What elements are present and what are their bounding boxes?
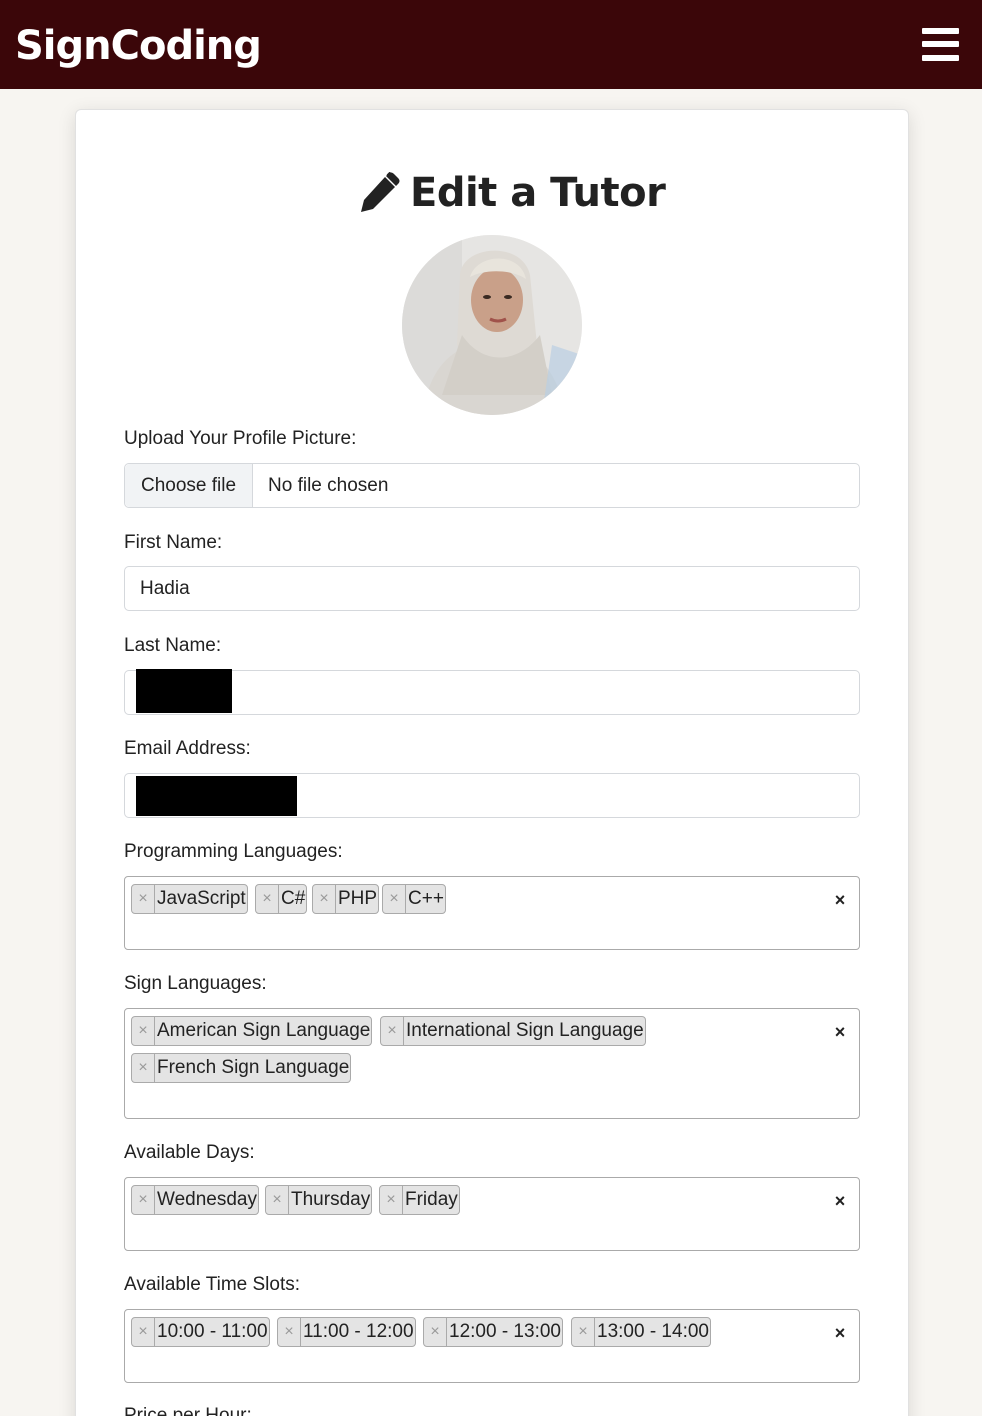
time-slots-label: Available Time Slots:: [124, 1274, 301, 1295]
tag-php: × PHP: [312, 884, 380, 914]
upload-picture-label: Upload Your Profile Picture:: [124, 428, 357, 449]
sign-languages-label: Sign Languages:: [124, 973, 267, 994]
remove-tag-icon[interactable]: ×: [132, 1186, 155, 1214]
clear-sign-languages-icon[interactable]: ×: [832, 1022, 848, 1042]
remove-tag-icon[interactable]: ×: [266, 1186, 289, 1214]
tag-cpp: × C++: [382, 884, 446, 914]
clear-programming-languages-icon[interactable]: ×: [832, 890, 848, 910]
profile-picture-file-input[interactable]: Choose file No file chosen: [124, 463, 860, 508]
tag-time-slot: × 10:00 - 11:00: [131, 1317, 270, 1347]
clear-available-days-icon[interactable]: ×: [832, 1191, 848, 1211]
remove-tag-icon[interactable]: ×: [313, 885, 336, 913]
last-name-field[interactable]: [124, 670, 860, 715]
choose-file-button[interactable]: Choose file: [125, 464, 253, 507]
tag-time-slot: × 12:00 - 13:00: [423, 1317, 563, 1347]
tag-time-slot: × 11:00 - 12:00: [277, 1317, 416, 1347]
remove-tag-icon[interactable]: ×: [132, 1318, 155, 1346]
page-title-text: Edit a Tutor: [410, 170, 666, 216]
tag-american-sign-language: × American Sign Language: [131, 1016, 373, 1046]
tag-french-sign-language: × French Sign Language: [131, 1053, 352, 1083]
available-days-label: Available Days:: [124, 1142, 255, 1163]
page-title: Edit a Tutor: [358, 168, 666, 218]
profile-avatar: [402, 235, 582, 415]
remove-tag-icon[interactable]: ×: [381, 1017, 404, 1045]
programming-languages-label: Programming Languages:: [124, 841, 343, 862]
last-name-label: Last Name:: [124, 635, 222, 656]
tag-time-slot: × 13:00 - 14:00: [571, 1317, 711, 1347]
tag-international-sign-language: × International Sign Language: [380, 1016, 646, 1046]
tag-friday: × Friday: [379, 1185, 460, 1215]
tag-thursday: × Thursday: [265, 1185, 373, 1215]
pencil-icon: [361, 172, 400, 212]
remove-tag-icon[interactable]: ×: [380, 1186, 403, 1214]
remove-tag-icon[interactable]: ×: [132, 1017, 155, 1045]
first-name-field[interactable]: Hadia: [124, 566, 860, 611]
tag-csharp: × C#: [255, 884, 308, 914]
remove-tag-icon[interactable]: ×: [383, 885, 406, 913]
clear-time-slots-icon[interactable]: ×: [832, 1323, 848, 1343]
redacted-email: [136, 776, 297, 816]
email-label: Email Address:: [124, 738, 251, 759]
remove-tag-icon[interactable]: ×: [132, 1054, 155, 1082]
tag-javascript: × JavaScript: [131, 884, 248, 914]
remove-tag-icon[interactable]: ×: [132, 885, 155, 913]
navbar: SignCoding: [0, 0, 982, 89]
file-status-text: No file chosen: [268, 475, 389, 496]
remove-tag-icon[interactable]: ×: [572, 1318, 595, 1346]
remove-tag-icon[interactable]: ×: [424, 1318, 447, 1346]
redacted-last-name: [136, 669, 232, 713]
tag-wednesday: × Wednesday: [131, 1185, 259, 1215]
hamburger-menu-icon[interactable]: [922, 28, 959, 61]
brand-logo[interactable]: SignCoding: [15, 22, 262, 70]
remove-tag-icon[interactable]: ×: [256, 885, 279, 913]
price-per-hour-label: Price per Hour:: [124, 1405, 252, 1416]
first-name-label: First Name:: [124, 532, 223, 553]
remove-tag-icon[interactable]: ×: [278, 1318, 301, 1346]
